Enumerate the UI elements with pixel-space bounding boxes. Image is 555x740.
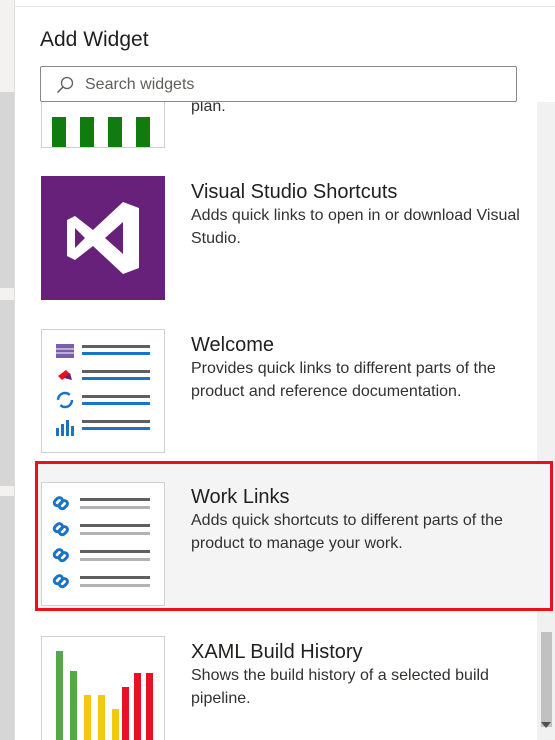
widget-name: XAML Build History <box>191 641 363 663</box>
panel-title: Add Widget <box>40 28 149 51</box>
search-icon <box>56 76 74 94</box>
widget-item-work-links-selected[interactable]: Work Links Adds quick shortcuts to diffe… <box>35 461 553 611</box>
widget-item-xaml-build-history[interactable]: XAML Build History Shows the build histo… <box>15 636 537 740</box>
scrollbar-thumb[interactable] <box>541 632 552 727</box>
widget-description: Shows the build history of a selected bu… <box>191 667 489 707</box>
panel-divider <box>15 6 555 7</box>
search-box[interactable] <box>40 66 517 102</box>
widget-item-welcome[interactable]: Welcome Provides quick links to differen… <box>15 329 537 453</box>
search-input[interactable] <box>85 74 495 96</box>
widget-description: Adds quick shortcuts to different parts … <box>191 512 503 552</box>
widget-description: Provides quick links to different parts … <box>191 360 496 400</box>
add-widget-panel: Add Widget plan. <box>14 0 555 740</box>
widget-description: plan. <box>191 102 226 115</box>
widget-name: Work Links <box>191 486 290 508</box>
widget-item-visual-studio-shortcuts[interactable]: Visual Studio Shortcuts Adds quick links… <box>15 176 537 300</box>
widget-item-sprint-plan[interactable]: plan. <box>15 102 537 152</box>
background-block <box>0 300 14 486</box>
widget-list-scrollbar[interactable] <box>537 102 555 740</box>
build-history-thumbnail <box>41 636 165 740</box>
scroll-down-icon[interactable] <box>541 722 551 728</box>
visual-studio-logo <box>41 176 165 300</box>
background-block <box>0 92 14 288</box>
work-links-thumbnail <box>41 482 165 606</box>
widget-name: Welcome <box>191 334 274 356</box>
green-bars-thumbnail <box>41 102 165 148</box>
background-page-strip <box>0 0 14 740</box>
welcome-links-thumbnail <box>41 329 165 453</box>
widget-list[interactable]: plan. Visual Studio Shortcuts Adds quick… <box>15 102 537 740</box>
widget-name: Visual Studio Shortcuts <box>191 181 398 203</box>
background-block <box>0 496 14 740</box>
widget-description: Adds quick links to open in or download … <box>191 207 520 247</box>
